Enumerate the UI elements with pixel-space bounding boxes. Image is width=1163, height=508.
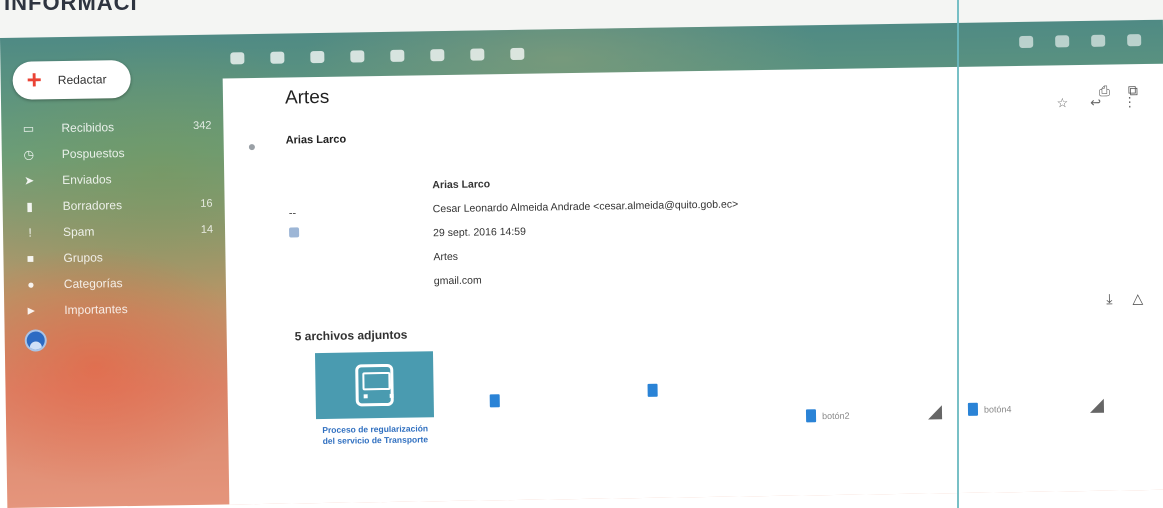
compose-button[interactable]: + Redactar (12, 59, 131, 100)
attachments-title: 5 archivos adjuntos (294, 327, 408, 344)
file-icon (805, 409, 817, 423)
sidebar-item-drafts[interactable]: ▮ Borradores 16 (22, 191, 212, 220)
sidebar-item-label: Grupos (63, 250, 103, 266)
sidebar-item-inbox[interactable]: ▭ Recibidos 342 (21, 113, 212, 142)
back-icon[interactable] (230, 52, 245, 65)
sidebar-item-label: Spam (62, 224, 95, 240)
file-corner-icon (927, 405, 943, 420)
sidebar: ▭ Recibidos 342 ◷ Pospuestos ➤ Enviados … (21, 113, 215, 352)
move-to-icon[interactable] (470, 48, 485, 61)
attachment-caption: Proceso de regularización del servicio d… (322, 423, 429, 446)
prev-icon[interactable] (1019, 35, 1034, 48)
sidebar-item-label: Recibidos (61, 120, 115, 136)
send-icon: ➤ (24, 173, 35, 188)
sidebar-item-spam[interactable]: ! Spam 14 (23, 217, 213, 246)
sidebar-item-label: Enviados (62, 172, 112, 188)
sidebar-item-count: 16 (200, 197, 213, 210)
sidebar-item-count: 14 (200, 223, 214, 236)
forwarded-header: Arias Larco Cesar Leonardo Almeida Andra… (432, 168, 739, 293)
star-icon[interactable]: ☆ (1056, 95, 1068, 111)
inbox-icon: ▭ (22, 121, 35, 136)
signature-separator: -- (288, 207, 297, 220)
file-icon (967, 402, 979, 416)
reply-icon[interactable]: ↩ (1090, 95, 1101, 111)
mark-unread-icon[interactable] (390, 49, 405, 62)
draft-icon: ▮ (26, 199, 34, 214)
sender-name: Arias Larco (285, 133, 347, 147)
plus-icon: + (26, 64, 43, 95)
spam-icon: ! (28, 225, 32, 240)
keyboard-icon[interactable] (1091, 34, 1106, 47)
archive-icon[interactable] (270, 51, 285, 64)
overlay-line (957, 0, 959, 508)
sidebar-item-label: Borradores (62, 198, 123, 214)
category-icon: ● (27, 277, 35, 292)
fwd-from-name: Arias Larco (432, 178, 491, 192)
sidebar-item-count: 342 (192, 119, 212, 132)
message-actions: ☆ ↩ ⋮ (1056, 94, 1136, 111)
attachment-thumbnail (314, 351, 435, 420)
fwd-domain: gmail.com (433, 274, 482, 288)
label-icon: ■ (26, 251, 35, 266)
report-spam-icon[interactable] (310, 50, 325, 64)
sender-avatar-icon: ● (247, 137, 257, 155)
attachment-card[interactable]: Proceso de regularización del servicio d… (314, 351, 435, 465)
next-icon[interactable] (1055, 35, 1070, 48)
delete-icon[interactable] (350, 50, 365, 63)
account-row[interactable] (24, 327, 215, 352)
attachment-filename: botón4 (983, 403, 1012, 415)
important-icon: ► (25, 303, 38, 318)
bus-icon (355, 363, 394, 407)
compose-label: Redactar (57, 72, 107, 88)
sidebar-item-label: Pospuestos (61, 146, 125, 162)
sidebar-item-sent[interactable]: ➤ Enviados (22, 165, 212, 194)
settings-icon[interactable] (1127, 34, 1142, 47)
attachment-filename: botón2 (821, 410, 850, 421)
attachment-card[interactable] (489, 394, 500, 408)
file-icon (647, 383, 658, 397)
gmail-window: + Redactar ▭ Recibidos 342 ◷ Pospuestos … (0, 19, 1163, 508)
label-icon[interactable] (510, 47, 525, 60)
email-subject: Artes (284, 86, 330, 109)
message-pane: Artes ⎙ ⧉ ● Arias Larco ☆ ↩ ⋮ -- Arias L… (222, 63, 1163, 508)
sidebar-item-important[interactable]: ► Importantes (24, 295, 214, 324)
image-placeholder-icon (289, 227, 300, 238)
sidebar-item-categories[interactable]: ● Categorías (24, 269, 214, 298)
cropped-page-heading: INFORMACI (4, 0, 138, 15)
save-to-drive-icon[interactable]: △ (1132, 290, 1143, 307)
attachment-actions: ⤓ △ (1106, 290, 1143, 308)
file-corner-icon (1089, 398, 1105, 413)
more-options-icon[interactable]: ⋮ (1123, 94, 1136, 110)
snooze-icon[interactable] (430, 49, 445, 62)
sidebar-item-snoozed[interactable]: ◷ Pospuestos (22, 139, 212, 168)
fwd-to: Cesar Leonardo Almeida Andrade <cesar.al… (432, 198, 739, 216)
clock-icon: ◷ (23, 147, 35, 162)
toolbar-right (1019, 34, 1142, 48)
download-all-icon[interactable]: ⤓ (1106, 291, 1112, 308)
sidebar-item-label: Categorías (63, 276, 123, 292)
avatar[interactable] (24, 329, 47, 352)
sidebar-item-label: Importantes (64, 302, 128, 318)
attachment-card[interactable]: botón2 (805, 409, 850, 423)
attachment-card[interactable] (647, 383, 658, 397)
file-icon (489, 394, 500, 408)
sidebar-item-groups[interactable]: ■ Grupos (23, 243, 213, 272)
attachment-card[interactable]: botón4 (967, 402, 1012, 416)
